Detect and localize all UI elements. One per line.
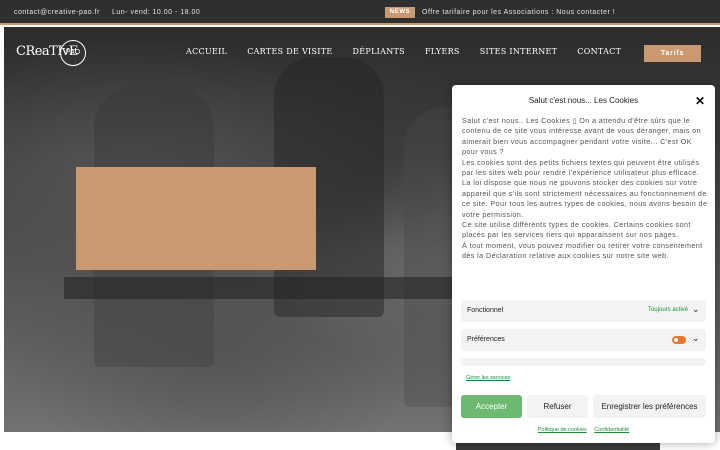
site-logo[interactable]: CReaTIvE PAO bbox=[16, 38, 90, 68]
policy-links: Politique de cookies Confidentialité bbox=[452, 427, 715, 433]
news-badge: NEWS bbox=[385, 7, 415, 18]
manage-services-link[interactable]: Gérer les services bbox=[466, 375, 510, 381]
cookie-description: Salut c'est nous.. Les Cookies ▯ On a at… bbox=[462, 116, 708, 262]
cookie-paragraph: La loi dispose que nous ne pouvons stock… bbox=[462, 178, 708, 219]
privacy-link[interactable]: Confidentialité bbox=[594, 427, 629, 433]
cookie-paragraph: Les cookies sont des petits fichiers tex… bbox=[462, 157, 700, 178]
category-label: Préférences bbox=[467, 336, 505, 343]
cookie-category-partial bbox=[461, 358, 706, 366]
cookie-paragraph: À tout moment, vous pouvez modifier ou r… bbox=[462, 240, 703, 261]
nav-item-flyers[interactable]: FLYERS bbox=[425, 47, 460, 59]
cookie-panel-title: Salut c'est nous... Les Cookies bbox=[528, 96, 639, 105]
opening-hours: Lun- vend: 10.00 - 18.00 bbox=[112, 9, 201, 16]
chevron-down-icon[interactable]: ⌄ bbox=[692, 334, 701, 343]
cookie-category-preferences[interactable]: Préférences ⌄ bbox=[461, 329, 706, 351]
contact-email-link[interactable]: contact@creative-pao.fr bbox=[14, 9, 100, 16]
cookie-paragraph: Ce site utilise différents types de cook… bbox=[462, 220, 691, 240]
preferences-toggle[interactable] bbox=[672, 336, 686, 344]
cookie-category-functional[interactable]: Fonctionnel Toujours activé ⌄ bbox=[461, 300, 706, 322]
cookie-consent-panel: Salut c'est nous... Les Cookies ✕ Salut … bbox=[452, 85, 715, 443]
chevron-down-icon[interactable]: ⌄ bbox=[692, 305, 701, 314]
main-navigation: ACCUEIL CARTES DE VISITE DÉPLIANTS FLYER… bbox=[186, 47, 641, 59]
cookie-policy-link[interactable]: Politique de cookies bbox=[538, 427, 587, 433]
hero-content-box bbox=[76, 167, 316, 270]
category-label: Fonctionnel bbox=[467, 307, 504, 314]
logo-circle-badge: PAO bbox=[60, 40, 86, 66]
nav-item-sites-internet[interactable]: SITES INTERNET bbox=[480, 47, 558, 59]
tarifs-button[interactable]: Tarifs bbox=[644, 45, 701, 62]
nav-item-cartes-de-visite[interactable]: CARTES DE VISITE bbox=[247, 47, 332, 59]
cookie-paragraph: Salut c'est nous.. Les Cookies ▯ On a at… bbox=[462, 116, 701, 157]
always-active-status: Toujours activé bbox=[647, 307, 688, 313]
nav-item-depliants[interactable]: DÉPLIANTS bbox=[353, 47, 405, 59]
top-bar: contact@creative-pao.fr Lun- vend: 10.00… bbox=[0, 0, 720, 25]
nav-item-accueil[interactable]: ACCUEIL bbox=[186, 47, 227, 59]
close-icon[interactable]: ✕ bbox=[694, 95, 706, 107]
news-ticker-text[interactable]: Offre tarifaire pour les Associations : … bbox=[422, 9, 615, 16]
save-preferences-button[interactable]: Enregistrer les préférences bbox=[593, 395, 706, 418]
refuse-button[interactable]: Refuser bbox=[527, 395, 588, 418]
accept-button[interactable]: Accepter bbox=[461, 395, 522, 418]
nav-item-contact[interactable]: CONTACT bbox=[577, 47, 621, 59]
